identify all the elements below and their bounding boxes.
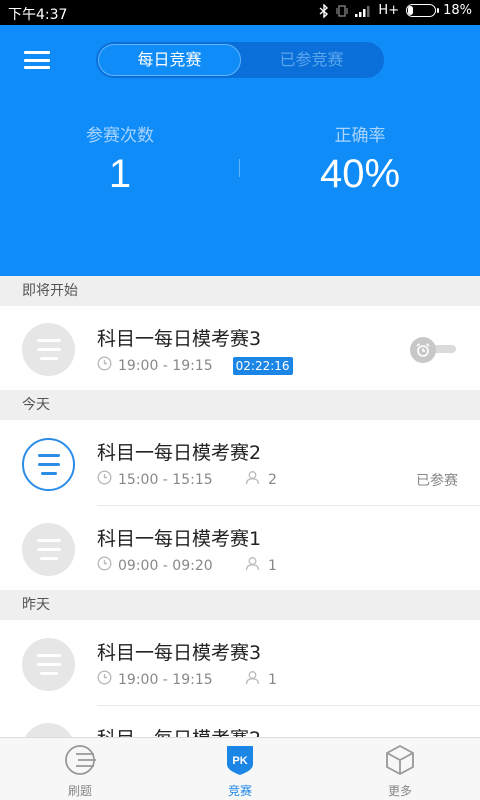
status-icons: H+ 18%: [319, 3, 472, 18]
nav-contest[interactable]: PK 竞赛: [160, 738, 320, 800]
participation-count-value: 1: [108, 152, 132, 196]
vibrate-icon: [336, 4, 349, 18]
contest-time-text: 15:00 - 15:15: [118, 471, 213, 488]
contest-list-icon: [22, 523, 75, 576]
alarm-clock-icon: [410, 337, 436, 363]
section-header-today: 今天: [0, 390, 480, 420]
hamburger-menu-icon[interactable]: [22, 47, 52, 73]
tab-daily-contest[interactable]: 每日竞赛: [98, 44, 241, 76]
participant-count-text: 1: [268, 557, 277, 574]
countdown-badge: 02:22:16: [232, 356, 293, 375]
participant-count-text: 2: [268, 471, 277, 488]
clock-icon: [97, 356, 112, 375]
practice-icon: [63, 744, 97, 780]
participation-count-stat: 参赛次数 1: [20, 121, 220, 197]
clock-icon: [97, 556, 112, 575]
contest-header: 每日竞赛 已参竞赛 参赛次数 1 正确率 40%: [0, 25, 480, 276]
status-time: 下午4:37: [8, 7, 68, 23]
tab-joined-contests[interactable]: 已参竞赛: [241, 44, 382, 76]
joined-status: 已参赛: [416, 473, 458, 489]
nav-practice[interactable]: 刷题: [0, 738, 160, 800]
contest-time-text: 09:00 - 09:20: [118, 557, 213, 574]
contest-time: 09:00 - 09:20: [97, 556, 213, 575]
battery-fill: [408, 6, 414, 15]
cube-icon: [384, 744, 416, 780]
contest-tab-switcher: 每日竞赛 已参竞赛: [96, 42, 384, 78]
contest-time-text: 19:00 - 19:15: [118, 357, 213, 374]
contest-list-icon: [22, 638, 75, 691]
network-type: H+: [378, 3, 400, 18]
contest-time-text: 19:00 - 19:15: [118, 671, 213, 688]
participation-count-label: 参赛次数: [86, 126, 154, 146]
person-icon: [245, 470, 260, 489]
contest-row[interactable]: 科目一每日模考赛3 19:00 - 19:15 02:22:16: [0, 306, 480, 390]
contest-time: 19:00 - 19:15: [97, 670, 213, 689]
contest-time: 19:00 - 19:15 02:22:16: [97, 356, 293, 375]
nav-more[interactable]: 更多: [320, 738, 480, 800]
participant-count: 1: [245, 670, 277, 689]
battery-percent: 18%: [443, 3, 472, 18]
contest-title: 科目一每日模考赛3: [97, 328, 262, 350]
accuracy-label: 正确率: [334, 126, 386, 146]
contest-title: 科目一每日模考赛2: [97, 442, 262, 464]
reminder-toggle[interactable]: [410, 337, 456, 363]
section-header-upcoming: 即将开始: [0, 276, 480, 306]
pk-shield-icon: PK: [225, 744, 255, 780]
bluetooth-icon: [319, 3, 329, 18]
contest-time: 15:00 - 15:15: [97, 470, 213, 489]
svg-text:PK: PK: [232, 755, 247, 767]
contest-row[interactable]: 科目一每日模考赛1 09:00 - 09:20 1: [0, 506, 480, 590]
accuracy-stat: 正确率 40%: [260, 121, 460, 197]
signal-icon: [355, 5, 371, 17]
contest-title: 科目一每日模考赛3: [97, 642, 262, 664]
person-icon: [245, 556, 260, 575]
section-header-yesterday: 昨天: [0, 590, 480, 620]
battery-icon: [406, 4, 440, 17]
status-bar: 下午4:37 H+ 18%: [0, 0, 480, 25]
participant-count: 1: [245, 556, 277, 575]
contest-list-icon: [22, 438, 75, 491]
participant-count-text: 1: [268, 671, 277, 688]
contest-row[interactable]: 科目一每日模考赛3 19:00 - 19:15 1: [0, 620, 480, 706]
contest-list-icon: [22, 323, 75, 376]
nav-practice-label: 刷题: [67, 784, 92, 798]
contest-row[interactable]: 科目一每日模考赛2 15:00 - 15:15 2 已参赛: [0, 420, 480, 506]
nav-more-label: 更多: [387, 784, 412, 798]
participant-count: 2: [245, 470, 277, 489]
clock-icon: [97, 670, 112, 689]
stat-divider: [239, 159, 240, 177]
person-icon: [245, 670, 260, 689]
nav-contest-label: 竞赛: [227, 784, 252, 798]
bottom-navigation: 刷题 PK 竞赛 更多: [0, 737, 480, 800]
accuracy-value: 40%: [319, 152, 401, 196]
clock-icon: [97, 470, 112, 489]
contest-title: 科目一每日模考赛1: [97, 528, 262, 550]
